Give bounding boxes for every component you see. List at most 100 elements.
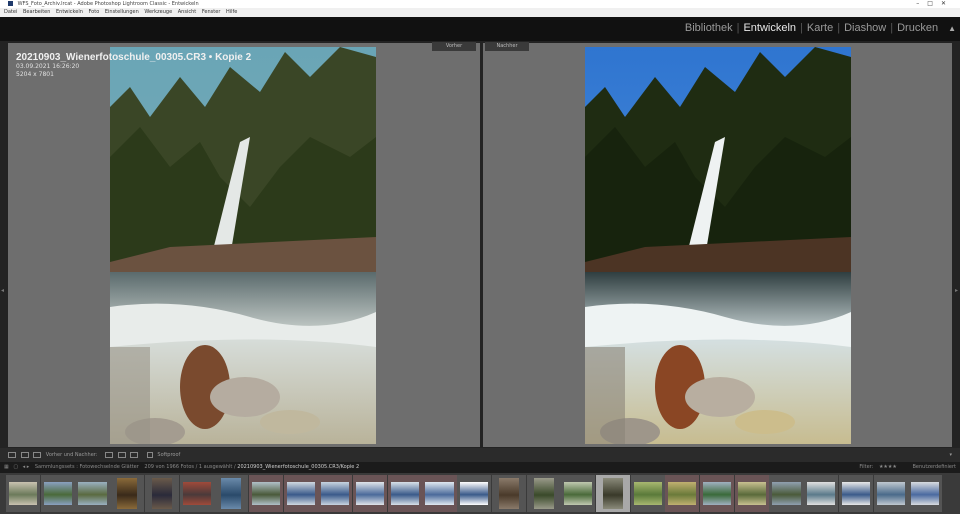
menu-item-foto[interactable]: Foto (88, 9, 99, 15)
filmstrip-filter: Filter: ★★★★ Benutzerdefiniert (859, 462, 956, 473)
toolbar-menu-icon[interactable]: ▾ (949, 448, 952, 462)
filmstrip-thumbnail[interactable] (387, 475, 422, 512)
filmstrip-thumbnail[interactable] (595, 475, 631, 512)
thumbnail-image (668, 482, 697, 505)
filmstrip-thumbnail[interactable] (561, 475, 596, 512)
filmstrip-thumbnail[interactable] (457, 475, 492, 512)
filmstrip-thumbnail[interactable] (838, 475, 873, 512)
thumbnail-image (78, 482, 107, 505)
filmstrip-thumbnail[interactable] (526, 475, 561, 512)
before-photo[interactable] (110, 47, 376, 444)
thumbnail-image (182, 482, 211, 505)
filmstrip-thumbnail[interactable] (248, 475, 284, 512)
compare-toolbar: Vorher und Nachher: Softproof ▾ (0, 448, 960, 462)
left-panel-toggle-icon[interactable]: ◂ (1, 287, 5, 297)
menu-item-werkzeuge[interactable]: Werkzeuge (144, 9, 172, 15)
filmstrip-thumbnail[interactable] (75, 475, 110, 512)
maximize-icon[interactable]: □ (927, 0, 941, 7)
loupe-view-icon[interactable] (8, 451, 16, 458)
before-after-view-icon[interactable] (20, 451, 29, 458)
filmstrip-thumbnail[interactable] (422, 475, 457, 512)
module-drucken[interactable]: Drucken (893, 22, 942, 34)
filmstrip-thumbnail[interactable] (283, 475, 318, 512)
module-diashow[interactable]: Diashow (840, 22, 890, 34)
right-panel-toggle-icon[interactable]: ▸ (955, 287, 959, 297)
menu-item-einstellungen[interactable]: Einstellungen (105, 9, 139, 15)
thumbnail-image (703, 482, 732, 505)
toggle-icon[interactable] (130, 451, 139, 458)
thumbnail-image (390, 482, 419, 505)
filmstrip-thumbnail[interactable] (179, 475, 214, 512)
module-karte[interactable]: Karte (803, 22, 837, 34)
copy-settings-icon[interactable] (105, 451, 114, 458)
filmstrip[interactable] (0, 473, 960, 514)
window-titlebar: WFS_Foto_Archiv.lrcat - Adobe Photoshop … (0, 0, 960, 8)
menu-item-datei[interactable]: Datei (4, 9, 17, 15)
thumbnail-image (117, 478, 138, 509)
thumbnail-image (841, 482, 870, 505)
thumbnail-image (151, 478, 172, 509)
filmstrip-thumbnail[interactable] (353, 475, 388, 512)
filmstrip-selected-path: 20210903_Wienerfotoschule_00305.CR3/Kopi… (237, 464, 360, 470)
filmstrip-source[interactable]: Sammlungssets : Fotowechselnde Glätter (35, 464, 139, 470)
module-header: Bibliothek | Entwickeln | Karte | Diashow | … (0, 17, 960, 41)
softproof-checkbox[interactable] (146, 451, 153, 458)
thumbnail-image (772, 482, 801, 505)
waterfall-photo-after (585, 47, 851, 444)
thumbnail-image (286, 482, 315, 505)
before-after-label: Vorher und Nachher: (45, 452, 98, 458)
filmstrip-thumbnail[interactable] (804, 475, 839, 512)
close-icon[interactable]: ✕ (941, 0, 954, 7)
menu-bar: Datei Bearbeiten Entwickeln Foto Einstel… (0, 8, 960, 17)
filmstrip-thumbnail[interactable] (630, 475, 665, 512)
after-photo[interactable] (585, 47, 851, 444)
after-label: Nachher (485, 42, 529, 51)
nav-forward-icon[interactable]: ▸ (27, 464, 30, 470)
collapse-triangle-icon[interactable]: ▲ (948, 24, 956, 33)
filmstrip-thumbnail[interactable] (214, 475, 249, 512)
menu-item-fenster[interactable]: Fenster (202, 9, 221, 15)
minimize-icon[interactable]: – (916, 0, 927, 7)
filmstrip-thumbnail[interactable] (318, 475, 353, 512)
thumbnail-image (221, 478, 242, 509)
filmstrip-thumbnail[interactable] (491, 475, 526, 512)
compare-workspace: ◂ ▸ Vorher 20210903_Wienerfotoschule_003… (0, 41, 960, 448)
photo-info-overlay: 20210903_Wienerfotoschule_00305.CR3 • Ko… (16, 52, 251, 79)
filmstrip-thumbnail[interactable] (6, 475, 41, 512)
filmstrip-thumbnail[interactable] (665, 475, 700, 512)
filmstrip-thumbnail[interactable] (40, 475, 75, 512)
filmstrip-thumbnail[interactable] (769, 475, 804, 512)
thumbnail-image (43, 482, 72, 505)
menu-item-entwickeln[interactable]: Entwickeln (56, 9, 83, 15)
filmstrip-thumbnail[interactable] (908, 475, 943, 512)
filmstrip-thumbnail[interactable] (734, 475, 769, 512)
thumbnail-image (911, 482, 940, 505)
filmstrip-thumbnail[interactable] (110, 475, 145, 512)
grid-view-icon[interactable]: ▦ (4, 464, 9, 470)
thumbnail-image (533, 478, 554, 509)
split-view-icon[interactable] (33, 451, 42, 458)
thumbnail-image (498, 478, 519, 509)
window-controls: –□✕ (916, 0, 954, 8)
softproof-label: Softproof (157, 452, 181, 458)
photo-filename: 20210903_Wienerfotoschule_00305.CR3 • Ko… (16, 52, 252, 63)
thumbnail-image (425, 482, 454, 505)
module-bibliothek[interactable]: Bibliothek (681, 22, 737, 34)
second-window-icon[interactable]: ▢ (13, 464, 18, 470)
menu-item-ansicht[interactable]: Ansicht (178, 9, 196, 15)
after-pane[interactable]: Nachher (483, 42, 952, 447)
menu-item-bearbeiten[interactable]: Bearbeiten (23, 9, 50, 15)
thumbnail-image (876, 482, 905, 505)
filmstrip-thumbnail[interactable] (873, 475, 908, 512)
nav-back-icon[interactable]: ◂ (23, 464, 26, 470)
filmstrip-thumbnail[interactable] (700, 475, 735, 512)
filter-preset[interactable]: Benutzerdefiniert (912, 464, 956, 470)
rating-filter[interactable]: ★★★★ (879, 464, 897, 470)
thumbnail-image (460, 482, 489, 505)
menu-item-hilfe[interactable]: Hilfe (226, 9, 237, 15)
filmstrip-thumbnail[interactable] (144, 475, 179, 512)
module-entwickeln[interactable]: Entwickeln (739, 22, 800, 34)
swap-settings-icon[interactable] (117, 451, 126, 458)
before-pane[interactable]: Vorher 20210903_Wienerfotoschule_00305.C… (8, 42, 480, 447)
filmstrip-header: ▦ ▢ ◂ ▸ Sammlungssets : Fotowechselnde G… (0, 462, 960, 473)
